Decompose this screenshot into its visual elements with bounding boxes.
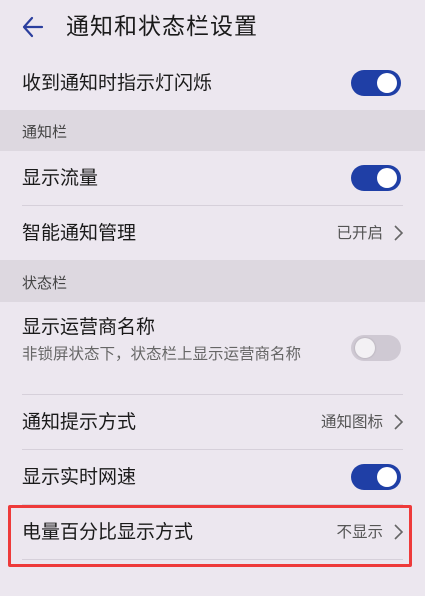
setting-row-show-traffic[interactable]: 显示流量 [0,151,425,205]
setting-row-smart-notify[interactable]: 智能通知管理 已开启 [0,206,425,260]
chevron-right-icon [394,414,404,430]
top-app-bar: 通知和状态栏设置 [0,0,425,56]
section-header-statusbar: 状态栏 [0,260,425,302]
notify-light-toggle[interactable] [351,70,401,96]
carrier-name-toggle[interactable] [351,335,401,361]
toggle-knob [377,168,397,188]
setting-row-carrier-name[interactable]: 显示运营商名称 非锁屏状态下，状态栏上显示运营商名称 [0,302,425,394]
page-title: 通知和状态栏设置 [66,14,258,40]
show-traffic-toggle[interactable] [351,165,401,191]
setting-row-notify-light[interactable]: 收到通知时指示灯闪烁 [0,56,425,110]
setting-label: 通知提示方式 [22,411,137,433]
setting-value: 通知图标 [320,413,383,431]
section-header-notification: 通知栏 [0,110,425,151]
section-title: 通知栏 [22,123,68,141]
chevron-right-icon [394,225,404,241]
setting-label: 显示实时网速 [22,466,137,488]
highlight-box [8,505,412,567]
setting-label: 显示流量 [22,167,99,189]
toggle-knob [377,467,397,487]
setting-label: 收到通知时指示灯闪烁 [22,72,213,94]
setting-value: 已开启 [336,224,383,242]
section-title: 状态栏 [22,274,68,292]
net-speed-toggle[interactable] [351,464,401,490]
setting-label: 显示运营商名称 [22,316,156,338]
setting-label: 智能通知管理 [22,222,137,244]
toggle-knob [355,338,375,358]
setting-row-notify-style[interactable]: 通知提示方式 通知图标 [0,395,425,449]
back-arrow-icon[interactable] [18,12,48,42]
setting-row-net-speed[interactable]: 显示实时网速 [0,450,425,504]
toggle-knob [377,73,397,93]
setting-description: 非锁屏状态下，状态栏上显示运营商名称 [22,345,302,363]
